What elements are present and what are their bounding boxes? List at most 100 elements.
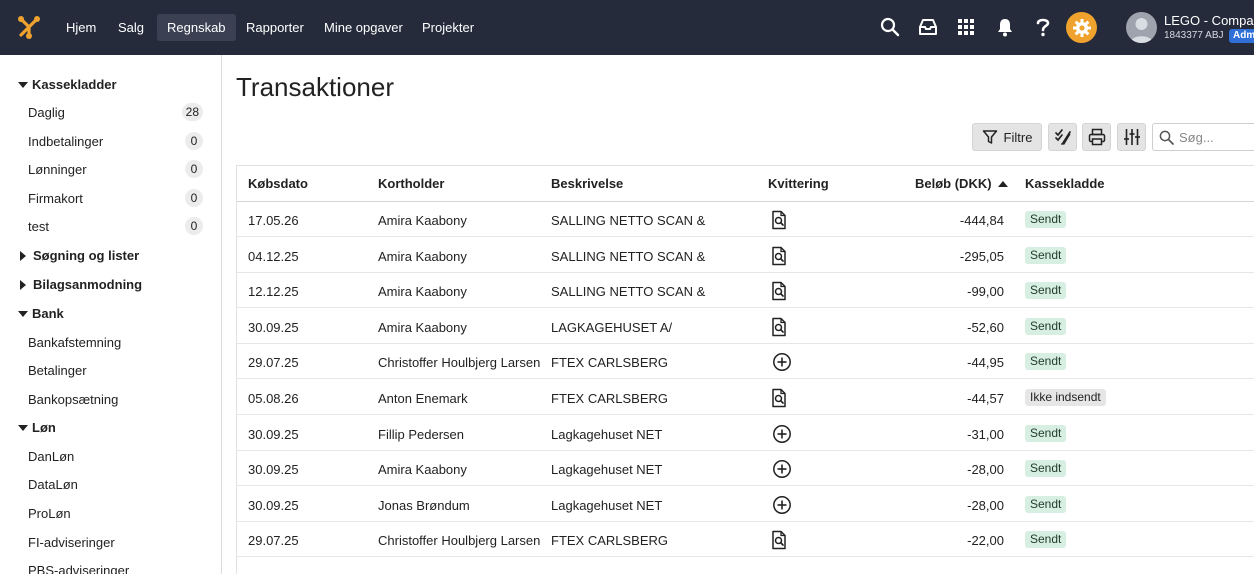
- caret-down-icon: [18, 81, 28, 88]
- cell-date: 30.09.25: [248, 462, 299, 478]
- document-search-icon[interactable]: [769, 246, 789, 266]
- table-row[interactable]: 12.12.25 Amira Kaabony SALLING NETTO SCAN …: [237, 273, 1254, 309]
- cell-amount: -44,95: [967, 355, 1004, 371]
- help-icon[interactable]: [1030, 14, 1056, 40]
- sidebar-item-bankafstemning[interactable]: Bankafstemning: [28, 335, 121, 350]
- cell-amount: -444,84: [959, 213, 1004, 228]
- column-header-holder[interactable]: Kortholder: [378, 176, 444, 191]
- cell-description: SALLING NETTO SCAN &: [551, 248, 706, 264]
- sidebar-section-label: Bilagsanmodning: [33, 277, 143, 292]
- nav-rapporter[interactable]: Rapporter: [236, 14, 314, 41]
- table-row[interactable]: 30.09.25 Amira Kaabony Lagkagehuset NET -28…: [237, 451, 1254, 487]
- search-input[interactable]: [1179, 129, 1254, 145]
- table-row[interactable]: 30.09.25 Jonas Brøndum Lagkagehuset NET -28…: [237, 487, 1254, 522]
- column-header-amount[interactable]: Beløb (DKK): [915, 176, 1009, 191]
- cell-holder: Amira Kaabony: [378, 284, 467, 300]
- status-badge: Sendt: [1025, 282, 1067, 300]
- printer-icon: [1088, 128, 1105, 146]
- app-logo-icon[interactable]: [16, 14, 42, 40]
- sidebar-item-dataloen[interactable]: DataLøn: [28, 477, 78, 492]
- document-search-icon[interactable]: [769, 281, 789, 301]
- company-id: 1843377 ABJ: [1164, 30, 1224, 41]
- filter-icon: [982, 130, 997, 144]
- bulk-approve-button[interactable]: [1048, 123, 1077, 151]
- company-name[interactable]: LEGO - Compan: [1164, 13, 1254, 28]
- search-box[interactable]: [1152, 123, 1254, 151]
- table-row[interactable]: 29.07.25 Christoffer Houlbjerg Larsen FTEX…: [237, 522, 1254, 558]
- cell-holder: Amira Kaabony: [378, 213, 467, 228]
- filter-button-label: Filtre: [1003, 129, 1033, 145]
- column-header-description[interactable]: Beskrivelse: [551, 176, 623, 191]
- add-circle-icon[interactable]: [772, 352, 792, 372]
- table-row[interactable]: 04.12.25 Amira Kaabony SALLING NETTO SCAN …: [237, 238, 1254, 273]
- inbox-icon[interactable]: [915, 14, 941, 40]
- sidebar-item-danloen[interactable]: DanLøn: [28, 449, 74, 464]
- cell-date: 29.07.25: [248, 355, 299, 371]
- filter-button[interactable]: Filtre: [972, 123, 1042, 151]
- sidebar-item-betalinger[interactable]: Betalinger: [28, 363, 87, 378]
- sidebar-item-loenninger[interactable]: Lønninger: [28, 162, 87, 177]
- nav-salg[interactable]: Salg: [108, 14, 154, 41]
- nav-projekter[interactable]: Projekter: [412, 14, 484, 41]
- sidebar: Kassekladder Daglig 28 Indbetalinger 0 L…: [0, 55, 222, 574]
- add-circle-icon[interactable]: [772, 495, 792, 515]
- count-badge: 28: [181, 103, 203, 121]
- status-badge: Sendt: [1025, 211, 1067, 228]
- column-settings-button[interactable]: [1117, 123, 1146, 151]
- nav-regnskab[interactable]: Regnskab: [157, 14, 236, 41]
- cell-amount: -295,05: [959, 248, 1004, 264]
- status-badge: Sendt: [1025, 317, 1067, 335]
- sidebar-item-firmakort[interactable]: Firmakort: [28, 191, 83, 206]
- cell-amount: -52,60: [967, 319, 1004, 335]
- document-search-icon[interactable]: [769, 530, 789, 550]
- user-avatar[interactable]: [1126, 12, 1157, 43]
- table-row[interactable]: 17.05.26 Amira Kaabony SALLING NETTO SCAN …: [237, 202, 1254, 237]
- cell-description: FTEX CARLSBERG: [551, 355, 669, 371]
- sidebar-section-loen[interactable]: Løn: [18, 420, 56, 435]
- sort-ascending-icon: [997, 180, 1008, 187]
- caret-right-icon: [20, 279, 26, 290]
- column-header-journal[interactable]: Kassekladde: [1025, 176, 1105, 191]
- search-icon[interactable]: [877, 14, 903, 40]
- table-row[interactable]: 30.09.25 Fillip Pedersen Lagkagehuset NET -…: [237, 416, 1254, 451]
- cell-amount: -22,00: [967, 533, 1004, 549]
- cell-holder: Jonas Brøndum: [378, 497, 470, 513]
- print-button[interactable]: [1082, 123, 1111, 151]
- sidebar-item-fi-adviseringer[interactable]: FI-adviseringer: [28, 535, 115, 550]
- sidebar-section-soegning[interactable]: Søgning og lister: [18, 248, 139, 263]
- sidebar-item-daglig[interactable]: Daglig: [28, 105, 65, 120]
- table-row[interactable]: 29.07.25 Christoffer Houlbjerg Larsen FTEX…: [237, 344, 1254, 380]
- status-badge: Ikke indsendt: [1025, 389, 1106, 406]
- sidebar-item-indbetalinger[interactable]: Indbetalinger: [28, 134, 103, 149]
- table-row[interactable]: 05.08.26 Anton Enemark FTEX CARLSBERG -44,5…: [237, 380, 1254, 415]
- sidebar-section-kassekladder[interactable]: Kassekladder: [18, 77, 117, 92]
- column-header-date[interactable]: Købsdato: [248, 176, 308, 191]
- sidebar-item-proloen[interactable]: ProLøn: [28, 506, 71, 521]
- cell-date: 29.07.25: [248, 533, 299, 549]
- count-badge: 0: [185, 189, 203, 207]
- cell-amount: -99,00: [967, 284, 1004, 300]
- cell-date: 30.09.25: [248, 426, 299, 442]
- add-circle-icon[interactable]: [772, 459, 792, 479]
- document-search-icon[interactable]: [769, 317, 789, 337]
- bell-icon[interactable]: [992, 14, 1018, 40]
- sidebar-section-bilagsanmodning[interactable]: Bilagsanmodning: [18, 277, 142, 292]
- apps-grid-icon[interactable]: [953, 14, 979, 40]
- sidebar-item-bankopsaetning[interactable]: Bankopsætning: [28, 392, 118, 407]
- cell-description: FTEX CARLSBERG: [551, 391, 669, 406]
- cell-description: FTEX CARLSBERG: [551, 533, 669, 549]
- column-header-receipt[interactable]: Kvittering: [768, 176, 829, 191]
- document-search-icon[interactable]: [769, 210, 789, 230]
- cell-date: 17.05.26: [248, 213, 299, 228]
- table-row[interactable]: 30.09.25 Amira Kaabony LAGKAGEHUSET A/ -52,…: [237, 309, 1254, 344]
- sidebar-item-pbs-adviseringer[interactable]: PBS-adviseringer: [28, 563, 129, 574]
- sidebar-section-bank[interactable]: Bank: [18, 306, 64, 321]
- sidebar-item-test[interactable]: test: [28, 219, 49, 234]
- settings-gear-icon[interactable]: [1066, 12, 1097, 43]
- add-circle-icon[interactable]: [772, 424, 792, 444]
- cell-description: Lagkagehuset NET: [551, 497, 663, 513]
- nav-mine-opgaver[interactable]: Mine opgaver: [314, 14, 413, 41]
- document-search-icon[interactable]: [769, 388, 789, 408]
- caret-down-icon: [18, 424, 28, 431]
- nav-hjem[interactable]: Hjem: [56, 14, 106, 41]
